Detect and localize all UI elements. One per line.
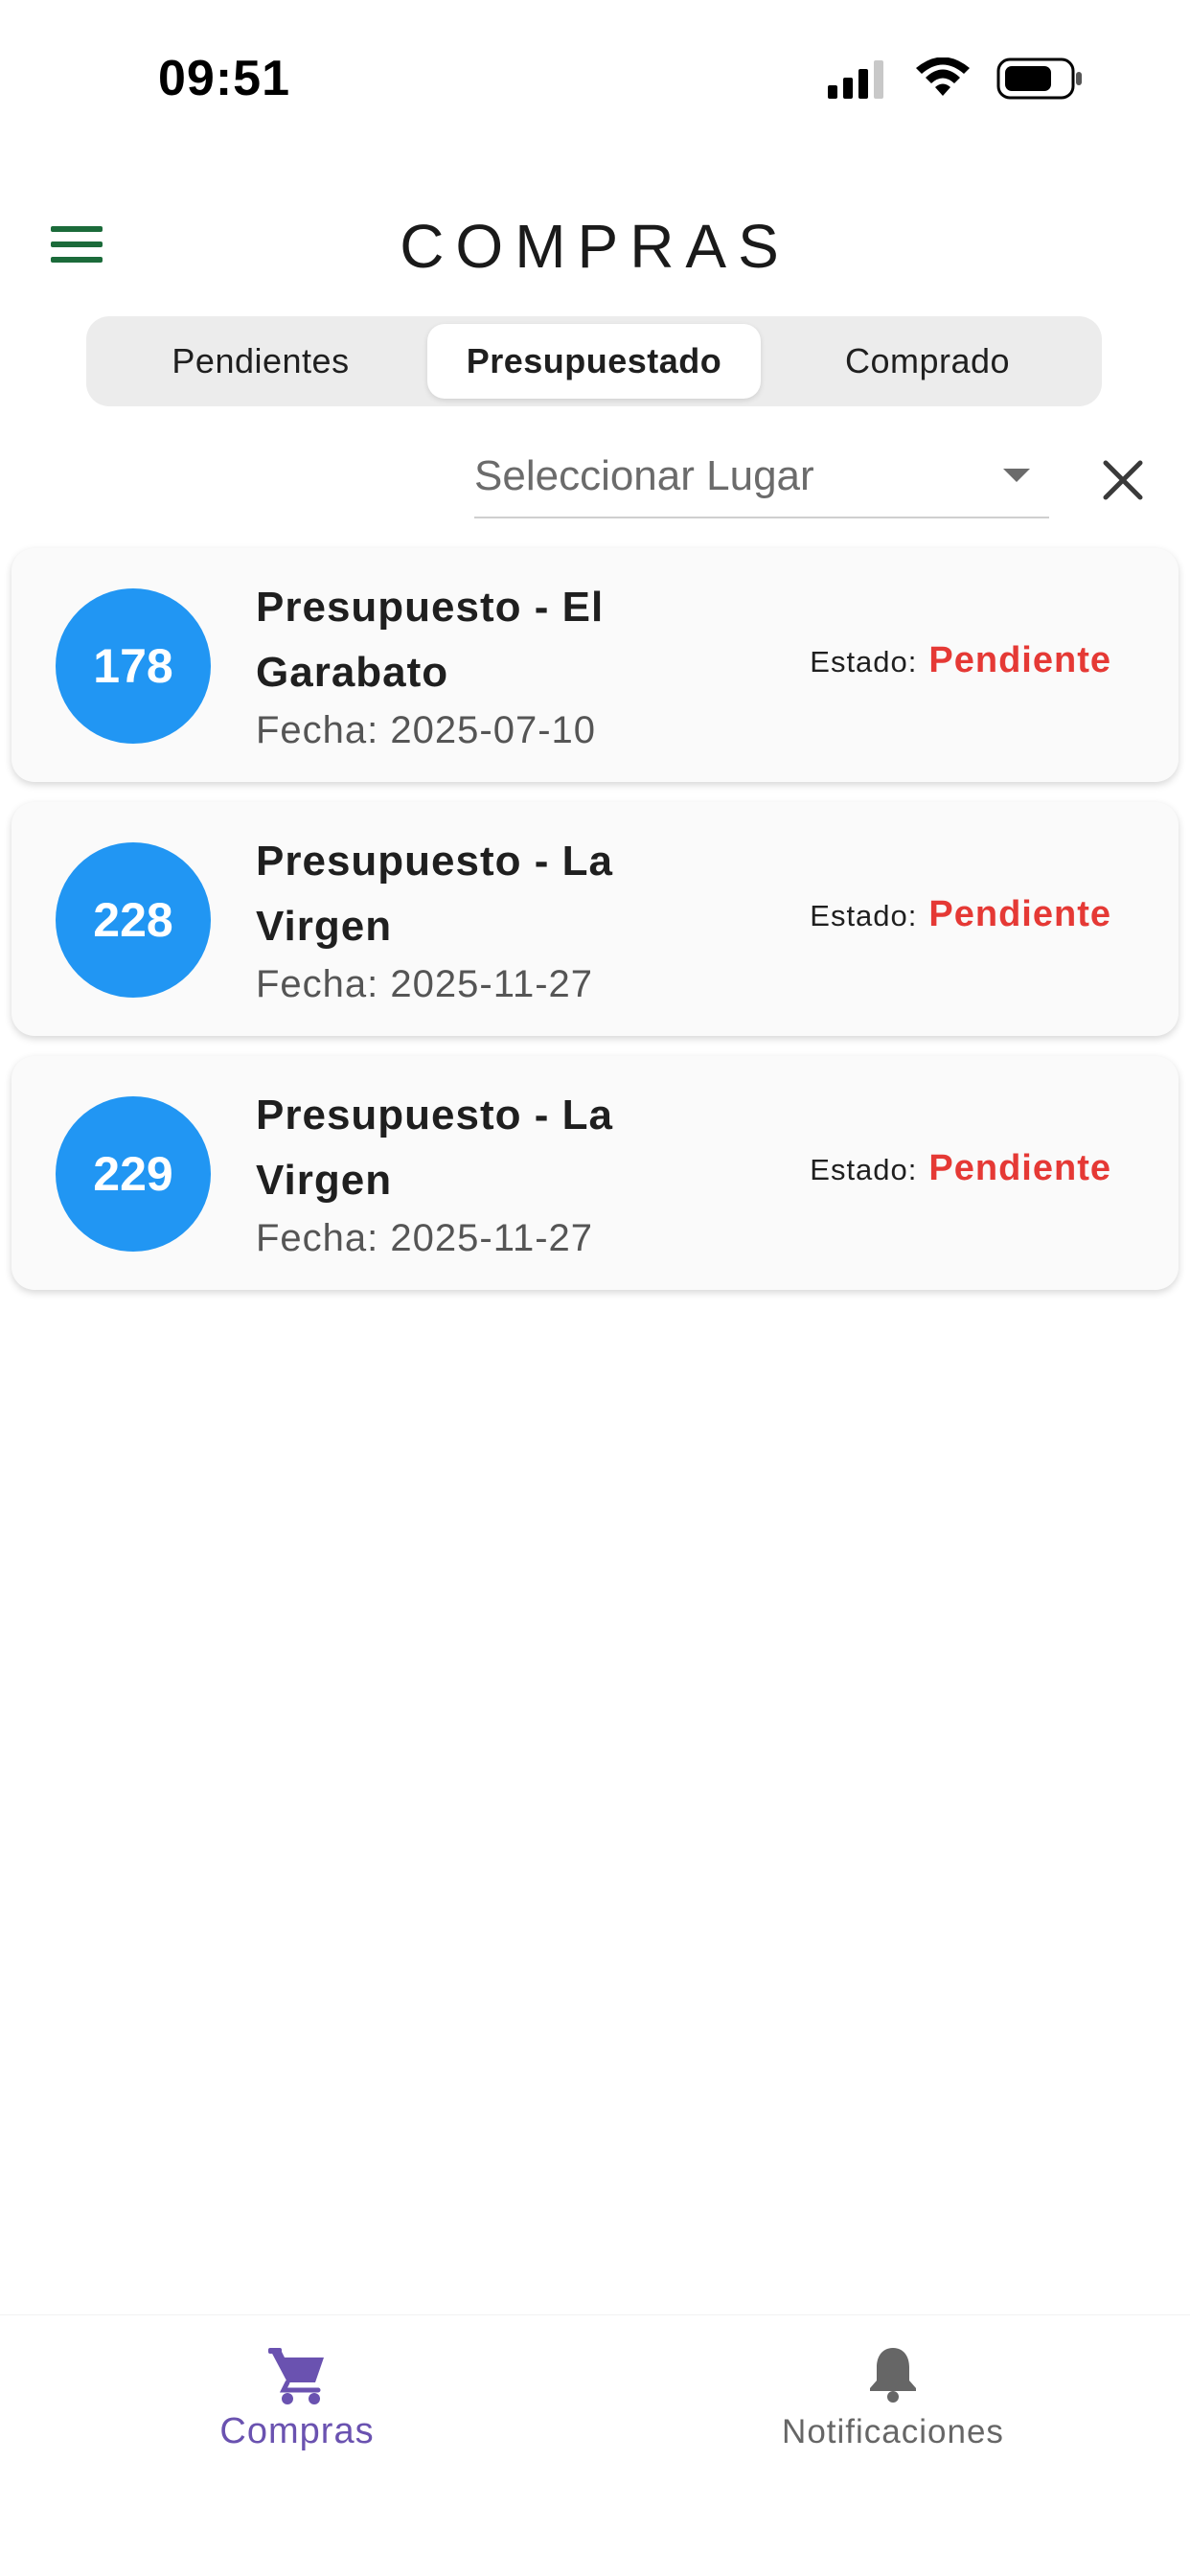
budget-date: Fecha: 2025-07-10 <box>256 709 597 751</box>
bell-icon <box>870 2348 916 2403</box>
budget-number-badge: 229 <box>56 1096 211 1252</box>
shopping-cart-icon <box>268 2348 324 2404</box>
nav-label-compras: Compras <box>219 2411 375 2451</box>
nav-label-notificaciones: Notificaciones <box>782 2413 1004 2450</box>
segmented-tabs: Pendientes Presupuestado Comprado <box>86 316 1102 406</box>
status-icons <box>828 58 1085 100</box>
filter-row: Seleccionar Lugar <box>0 436 1190 522</box>
tab-comprado[interactable]: Comprado <box>761 324 1094 399</box>
budget-title: Presupuesto - La Virgen <box>256 838 613 950</box>
bottom-navigation: Compras Notificaciones <box>0 2314 1190 2576</box>
cellular-signal-icon <box>828 60 883 99</box>
place-select-placeholder: Seleccionar Lugar <box>474 452 814 499</box>
wifi-icon <box>916 58 970 96</box>
page-title: COMPRAS <box>400 212 790 281</box>
tab-pendientes[interactable]: Pendientes <box>94 324 427 399</box>
status-value: Pendiente <box>928 640 1111 680</box>
status-label: Estado: <box>810 899 918 932</box>
dropdown-arrow-icon <box>1003 469 1030 482</box>
status-label: Estado: <box>810 645 918 678</box>
status-label: Estado: <box>810 1153 918 1186</box>
status-bar: 09:51 <box>0 0 1190 163</box>
place-select[interactable]: Seleccionar Lugar <box>474 436 1049 518</box>
close-icon <box>1103 460 1143 500</box>
status-time: 09:51 <box>158 51 290 106</box>
battery-icon <box>996 58 1082 100</box>
budget-card[interactable]: 178 Presupuesto - El Garabato Fecha: 202… <box>11 548 1179 782</box>
budget-card[interactable]: 228 Presupuesto - La Virgen Fecha: 2025-… <box>11 802 1179 1036</box>
nav-item-compras[interactable]: Compras <box>105 2344 489 2452</box>
budget-number-badge: 178 <box>56 588 211 744</box>
budget-number-badge: 228 <box>56 842 211 998</box>
budget-title: Presupuesto - El Garabato <box>256 584 605 696</box>
tab-presupuestado[interactable]: Presupuestado <box>427 324 761 399</box>
status-value: Pendiente <box>928 894 1111 934</box>
status-value: Pendiente <box>928 1148 1111 1188</box>
clear-filter-button[interactable] <box>1092 449 1154 511</box>
nav-item-notificaciones[interactable]: Notificaciones <box>701 2344 1085 2451</box>
budget-date: Fecha: 2025-11-27 <box>256 1217 594 1259</box>
budget-card[interactable]: 229 Presupuesto - La Virgen Fecha: 2025-… <box>11 1056 1179 1290</box>
status-group: Estado: Pendiente <box>810 1148 1111 1189</box>
status-group: Estado: Pendiente <box>810 640 1111 681</box>
budget-list: 178 Presupuesto - El Garabato Fecha: 202… <box>11 548 1179 1310</box>
status-group: Estado: Pendiente <box>810 894 1111 935</box>
budget-title: Presupuesto - La Virgen <box>256 1092 613 1204</box>
app-bar: COMPRAS <box>0 182 1190 307</box>
budget-date: Fecha: 2025-11-27 <box>256 963 594 1005</box>
